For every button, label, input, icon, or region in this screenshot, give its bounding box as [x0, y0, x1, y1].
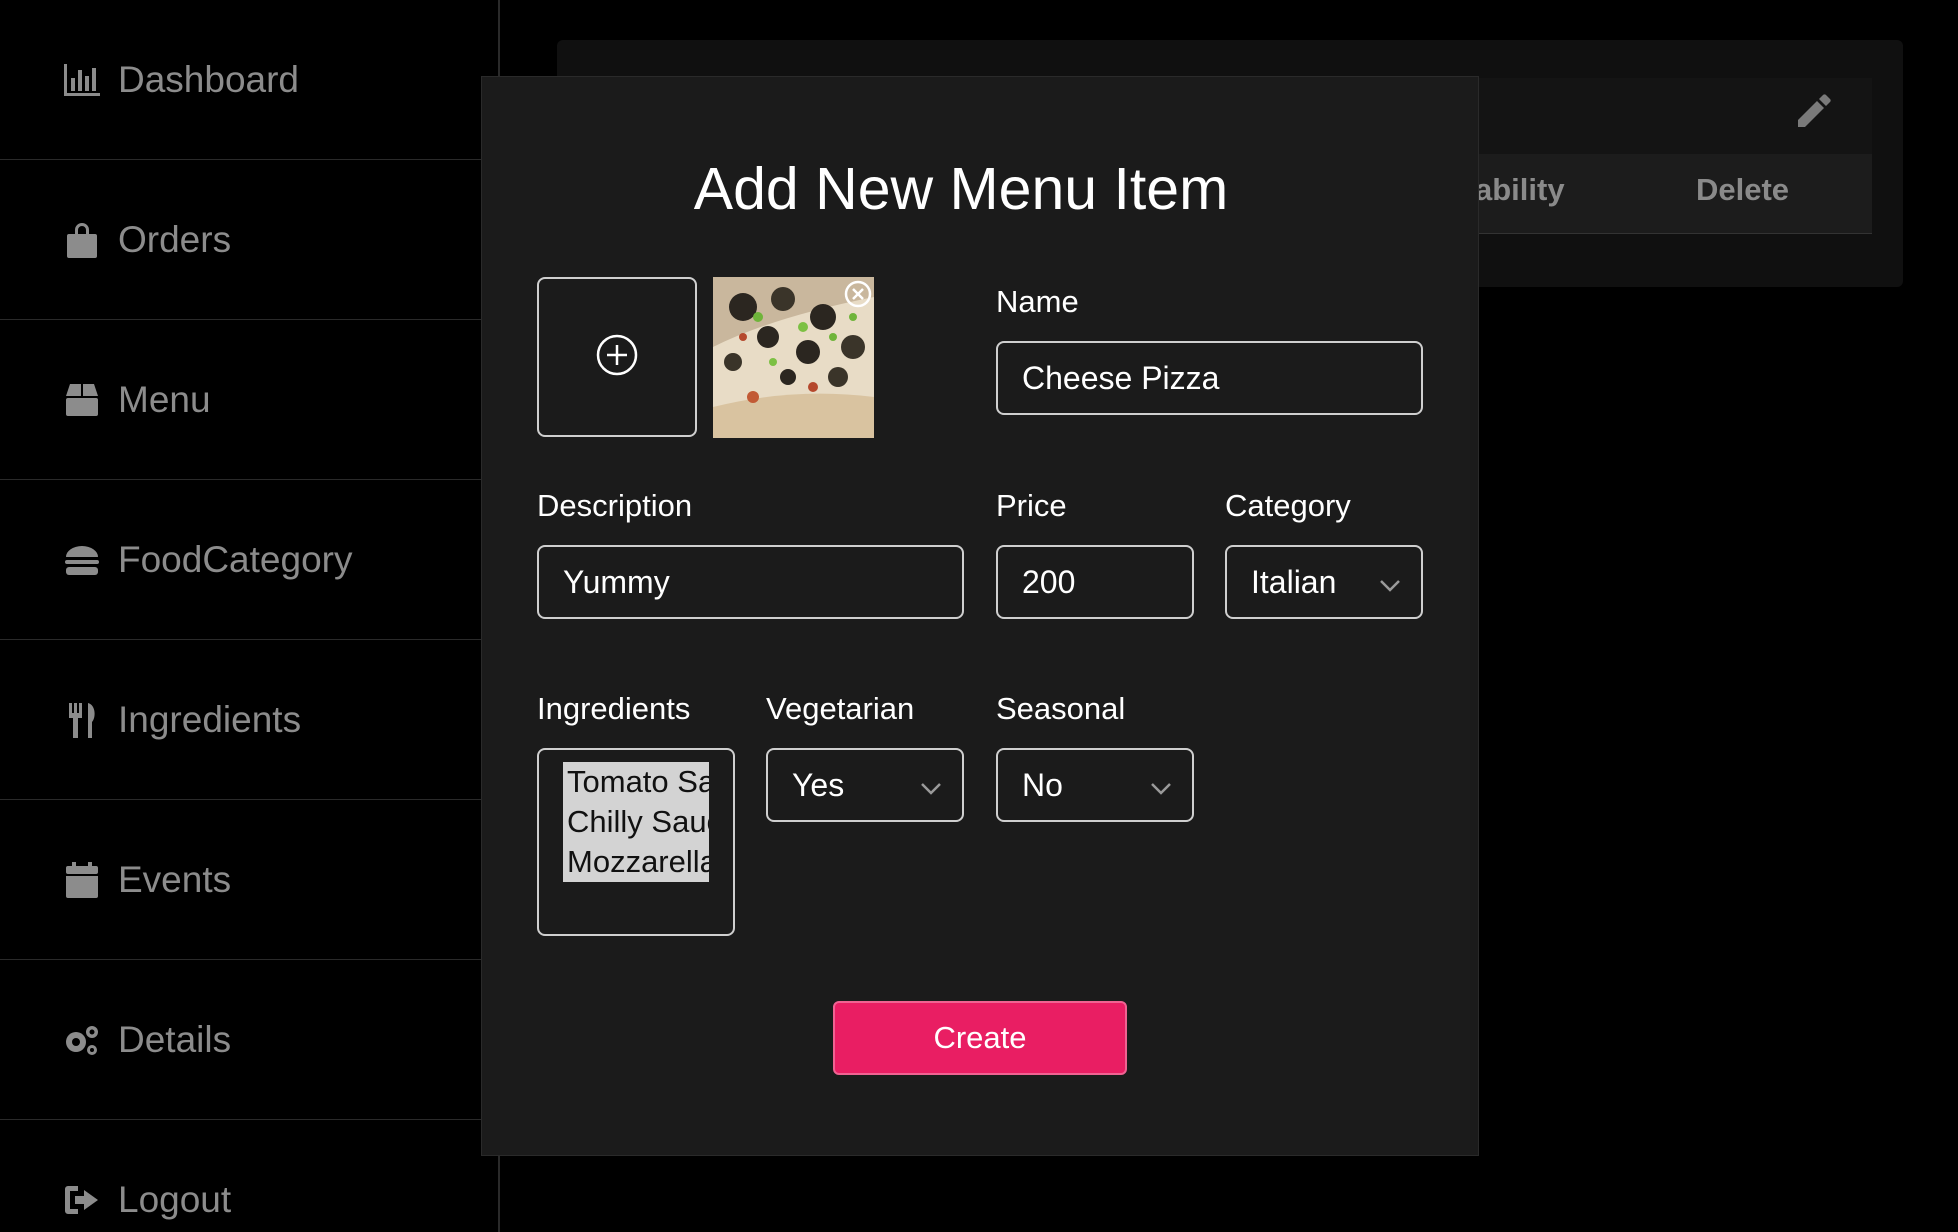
modal-title: Add New Menu Item	[693, 156, 1229, 222]
sidebar-item-label: Orders	[118, 218, 232, 260]
sidebar-item-label: Ingredients	[118, 698, 302, 740]
sidebar-item-menu[interactable]: Menu	[0, 320, 500, 480]
ingredients-label: Ingredients	[537, 691, 691, 726]
sidebar-item-events[interactable]: Events	[0, 800, 500, 960]
vegetarian-select[interactable]: Yes	[766, 748, 964, 822]
plus-circle-icon	[595, 333, 639, 382]
seasonal-select[interactable]: No	[996, 748, 1194, 822]
burger-icon	[62, 540, 102, 580]
sidebar-item-dashboard[interactable]: Dashboard	[0, 0, 500, 160]
name-input-value: Cheese Pizza	[1022, 359, 1220, 396]
logout-icon	[62, 1180, 102, 1220]
sidebar-item-label: Details	[118, 1018, 232, 1060]
column-availability: ability	[1475, 172, 1565, 207]
price-label: Price	[996, 488, 1067, 523]
sidebar-item-label: Logout	[118, 1178, 232, 1220]
name-label: Name	[996, 284, 1079, 319]
price-input[interactable]: 200	[996, 545, 1194, 619]
description-input[interactable]: Yummy	[537, 545, 964, 619]
description-label: Description	[537, 488, 693, 523]
create-button[interactable]: Create	[833, 1001, 1127, 1075]
column-delete: Delete	[1696, 172, 1790, 207]
calendar-icon	[62, 860, 102, 900]
box-icon	[62, 380, 102, 420]
category-label: Category	[1225, 488, 1351, 523]
ingredient-option[interactable]: Chilly Sauce	[563, 802, 709, 842]
chevron-down-icon	[918, 772, 944, 798]
chevron-down-icon	[1377, 569, 1403, 595]
chevron-down-icon	[1148, 772, 1174, 798]
sidebar: Dashboard Orders Menu FoodCategory Ingre…	[0, 0, 500, 1232]
sidebar-item-foodcategory[interactable]: FoodCategory	[0, 480, 500, 640]
ingredients-multiselect[interactable]: Tomato Sauce Chilly Sauce Mozzarella	[537, 748, 735, 936]
category-select-value: Italian	[1251, 563, 1337, 600]
description-input-value: Yummy	[563, 563, 670, 600]
seasonal-label: Seasonal	[996, 691, 1126, 726]
seasonal-select-value: No	[1022, 766, 1063, 803]
pencil-icon[interactable]	[1793, 92, 1833, 132]
gears-icon	[62, 1020, 102, 1060]
ingredient-option[interactable]: Mozzarella	[563, 842, 709, 882]
sidebar-item-label: Events	[118, 858, 232, 900]
sidebar-item-orders[interactable]: Orders	[0, 160, 500, 320]
ingredient-option[interactable]: Tomato Sauce	[563, 762, 709, 802]
sidebar-item-logout[interactable]: Logout	[0, 1120, 500, 1232]
vegetarian-select-value: Yes	[792, 766, 845, 803]
utensils-icon	[62, 700, 102, 740]
chart-bar-icon	[62, 60, 102, 100]
sidebar-item-label: Dashboard	[118, 58, 300, 100]
sidebar-item-label: FoodCategory	[118, 538, 353, 580]
price-input-value: 200	[1022, 563, 1076, 600]
shopping-bag-icon	[62, 220, 102, 260]
name-input[interactable]: Cheese Pizza	[996, 341, 1423, 415]
close-circle-icon[interactable]	[843, 279, 873, 309]
sidebar-item-details[interactable]: Details	[0, 960, 500, 1120]
vegetarian-label: Vegetarian	[766, 691, 915, 726]
upload-image-button[interactable]	[537, 277, 697, 437]
sidebar-item-label: Menu	[118, 378, 211, 420]
app-root: Dashboard Orders Menu FoodCategory Ingre…	[0, 0, 1958, 1232]
category-select[interactable]: Italian	[1225, 545, 1423, 619]
sidebar-item-ingredients[interactable]: Ingredients	[0, 640, 500, 800]
